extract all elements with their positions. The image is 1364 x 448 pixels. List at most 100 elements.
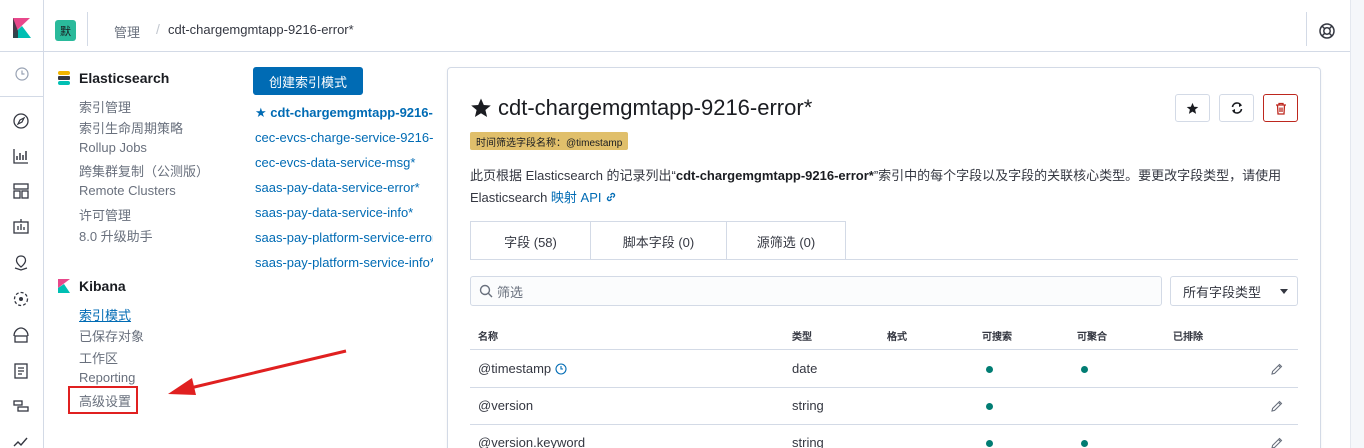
kibana-small-logo-icon [58,279,70,293]
refresh-fields-button[interactable] [1219,94,1254,122]
table-row: @version.keyword string [470,425,1298,448]
kibana-logo[interactable] [0,0,44,52]
help-divider [1306,12,1307,46]
sidebar-item-upgrade-assistant[interactable]: 8.0 升级助手 [79,226,153,245]
field-type: string [792,435,824,448]
pattern-item[interactable]: cec-evcs-data-service-msg* [255,155,433,170]
field-name: @timestamp [478,361,567,376]
tab-fields[interactable]: 字段 (58) [471,222,591,260]
breadcrumb-separator: / [156,21,160,37]
time-field-clock-icon [555,362,567,375]
breadcrumb-management[interactable]: 管理 [114,22,140,41]
column-header-format[interactable]: 格式 [887,328,907,343]
column-header-name[interactable]: 名称 [478,328,498,343]
link-icon [606,192,616,202]
kibana-logo-icon [13,18,31,38]
delete-index-pattern-button[interactable] [1263,94,1298,122]
top-header: 默 管理 / cdt-chargemgmtapp-9216-error* [0,0,1364,52]
star-icon [1186,102,1199,114]
column-header-excluded[interactable]: 已排除 [1173,328,1203,343]
column-header-aggregatable[interactable]: 可聚合 [1077,328,1107,343]
recently-viewed-button[interactable] [0,52,43,97]
pattern-item[interactable]: saas-pay-platform-service-error* [255,230,433,245]
kibana-title-text: Kibana [79,278,126,294]
table-header: 名称 类型 格式 可搜索 可聚合 已排除 [470,326,1298,350]
pattern-item[interactable]: cec-evcs-charge-service-9216-error* [255,130,433,145]
index-pattern-panel: cdt-chargemgmtapp-9216-error* 时间筛选字段名称：@… [447,67,1321,448]
set-default-button[interactable] [1175,94,1210,122]
chevron-down-icon [1280,289,1288,294]
column-header-type[interactable]: 类型 [792,328,812,343]
sidebar-item-spaces[interactable]: 工作区 [79,348,118,367]
field-name: @version [478,398,534,413]
refresh-icon [1231,102,1242,114]
search-icon [479,284,493,298]
annotation-arrow-icon [168,349,347,395]
clock-icon [14,67,29,81]
column-header-searchable[interactable]: 可搜索 [982,328,1012,343]
page-scrollbar[interactable] [1350,0,1364,448]
trash-icon [1275,102,1286,115]
sidebar-item-reporting[interactable]: Reporting [79,370,135,385]
mapping-api-link-text: 映射 API [550,190,602,205]
star-icon [471,98,491,117]
canvas-icon[interactable] [12,218,30,236]
search-placeholder: 筛选 [497,284,524,300]
sidebar-item-index-patterns[interactable]: 索引模式 [79,305,131,324]
pencil-icon[interactable] [1270,436,1284,448]
aggregatable-indicator [1081,440,1088,447]
table-row: @version string [470,388,1298,425]
description-pattern-name: cdt-chargemgmtapp-9216-error* [675,168,874,183]
uptime-icon[interactable] [12,434,30,448]
searchable-indicator [986,440,993,447]
kibana-section-title: Kibana [58,278,126,294]
page-title: cdt-chargemgmtapp-9216-error* [470,95,812,121]
discover-icon[interactable] [12,112,30,130]
pencil-icon[interactable] [1270,399,1284,413]
pattern-item-selected[interactable]: ★ cdt-chargemgmtapp-9216-error* [255,105,433,121]
page-title-text: cdt-chargemgmtapp-9216-error* [498,95,813,120]
field-search-input[interactable]: 筛选 [470,276,1162,306]
annotation-highlight-box [68,386,138,414]
sidebar-item-rollup-jobs[interactable]: Rollup Jobs [79,140,147,155]
field-type: string [792,398,824,413]
sidebar-item-remote-clusters[interactable]: Remote Clusters [79,183,176,198]
nav-rail [0,52,44,448]
field-type: date [792,361,818,376]
table-row: @timestamp date [470,351,1298,388]
infrastructure-icon[interactable] [12,326,30,344]
tab-scripted-fields[interactable]: 脚本字段 (0) [591,222,727,260]
pattern-item[interactable]: saas-pay-data-service-info* [255,205,433,220]
tab-source-filters[interactable]: 源筛选 (0) [727,222,845,260]
pattern-item[interactable]: saas-pay-platform-service-info* [255,255,433,270]
elasticsearch-section-title: Elasticsearch [58,70,169,86]
create-index-pattern-button[interactable]: 创建索引模式 [253,67,363,95]
sidebar-item-license[interactable]: 许可管理 [79,205,131,224]
default-star-icon: ★ [255,105,271,120]
mapping-api-link[interactable]: 映射 API [551,190,617,205]
field-name-text: @timestamp [478,361,552,376]
field-type-select-value: 所有字段类型 [1183,284,1262,300]
ml-icon[interactable] [12,290,30,308]
logs-icon[interactable] [12,362,30,380]
time-field-badge: 时间筛选字段名称：@timestamp [470,132,629,150]
field-name: @version.keyword [478,435,586,448]
sidebar-item-saved-objects[interactable]: 已保存对象 [79,326,144,345]
field-type-select[interactable]: 所有字段类型 [1170,276,1298,306]
aggregatable-indicator [1081,366,1088,373]
visualize-icon[interactable] [12,147,30,165]
pattern-item-label: cdt-chargemgmtapp-9216-error* [270,105,433,120]
breadcrumb-current: cdt-chargemgmtapp-9216-error* [168,22,354,37]
sidebar-item-ilm[interactable]: 索引生命周期策略 [79,118,183,137]
sidebar-item-ccr[interactable]: 跨集群复制（公测版） [79,161,209,180]
maps-icon[interactable] [12,254,30,272]
pattern-item[interactable]: saas-pay-data-service-error* [255,180,433,195]
apm-icon[interactable] [12,398,30,416]
elasticsearch-logo-icon [58,71,70,85]
sidebar-item-index-management[interactable]: 索引管理 [79,97,131,116]
tab-divider [470,259,1298,260]
space-avatar[interactable]: 默 [55,20,76,41]
pencil-icon[interactable] [1270,362,1284,376]
help-icon[interactable] [1318,22,1336,40]
dashboard-icon[interactable] [12,182,30,200]
